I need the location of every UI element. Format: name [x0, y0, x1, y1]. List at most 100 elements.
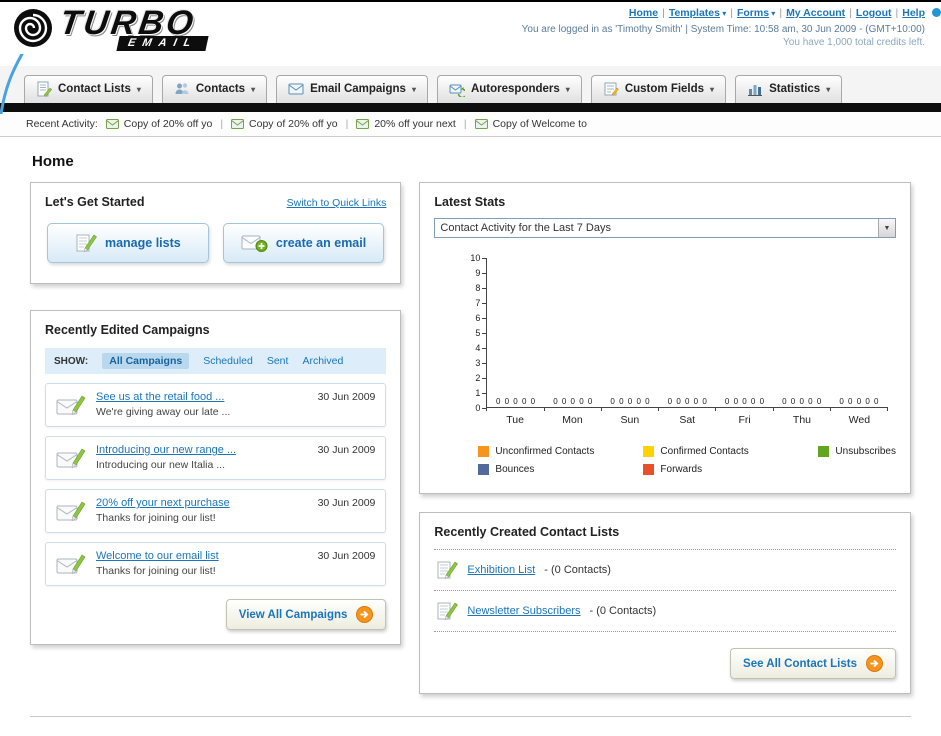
nav-tab-label: Custom Fields: [624, 83, 705, 95]
x-axis-label: Fri: [738, 414, 751, 426]
logo-title: TURBO: [57, 4, 199, 42]
view-all-campaigns-label: View All Campaigns: [238, 608, 348, 621]
recent-activity-item[interactable]: Copy of 20% off yo: [231, 118, 338, 130]
campaign-title-link[interactable]: Introducing our new range ...: [96, 444, 308, 456]
legend-label: Bounces: [495, 464, 535, 475]
manage-lists-button[interactable]: manage lists: [47, 223, 209, 263]
pencil-paper-icon: [436, 600, 459, 622]
page-title: Home: [32, 153, 74, 170]
legend-swatch: [478, 446, 490, 457]
contact-list-name-link[interactable]: Newsletter Subscribers: [467, 605, 580, 617]
view-all-campaigns-button[interactable]: View All Campaigns: [225, 599, 387, 630]
chart-y-axis: 10 9 8 7 6 5 4 3 2 1 0: [460, 253, 487, 413]
campaign-title-link[interactable]: 20% off your next purchase: [96, 497, 308, 509]
see-all-contact-lists-button[interactable]: See All Contact Lists: [730, 648, 896, 679]
nav-tab-contacts[interactable]: Contacts ▾: [161, 75, 268, 103]
recent-activity-item[interactable]: 20% off your next: [356, 118, 456, 130]
app-logo[interactable]: TURBO EMAIL: [12, 4, 262, 51]
chevron-down-icon: ▾: [769, 9, 776, 18]
manage-lists-label: manage lists: [104, 236, 181, 250]
campaign-filter-tabs: SHOW: All Campaigns Scheduled Sent Archived: [45, 348, 387, 374]
page: TURBO EMAIL Home | Templates ▾ | Forms ▾ | My …: [0, 0, 941, 736]
nav-tab-label: Email Campaigns: [310, 83, 406, 95]
logo-text: TURBO EMAIL: [57, 4, 209, 51]
chevron-down-icon: ▾: [411, 84, 416, 94]
chart-value-group: 0 0 0 0 0: [495, 397, 537, 406]
chart-value-group: 0 0 0 0 0: [667, 397, 708, 406]
campaign-row: 20% off your next purchase Thanks for joi…: [45, 489, 387, 533]
stats-period-select[interactable]: Contact Activity for the Last 7 Days ▼: [434, 218, 896, 238]
campaign-tab-all-campaigns[interactable]: All Campaigns: [102, 353, 190, 369]
legend-item-forwards: Forwards: [643, 464, 818, 475]
orange-arrow-icon: [866, 655, 883, 672]
switch-quick-links-link[interactable]: Switch to Quick Links: [287, 197, 387, 209]
chart-value-group: 0 0 0 0 0: [553, 397, 594, 406]
recent-activity-item-label: Copy of 20% off yo: [123, 118, 213, 130]
decoration-dot: [932, 8, 941, 17]
nav-tab-statistics[interactable]: Statistics ▾: [735, 75, 843, 103]
campaign-tab-archived[interactable]: Archived: [302, 355, 343, 367]
chevron-down-icon: ▾: [565, 84, 570, 94]
legend-item-unconfirmed-contacts: Unconfirmed Contacts: [478, 446, 643, 457]
email-campaigns-icon: [288, 81, 304, 97]
legend-label: Forwards: [660, 464, 703, 475]
footer-divider: [30, 716, 911, 736]
main-content: Home Let's Get Started Switch to Quick L…: [0, 137, 941, 736]
logo-subtitle: EMAIL: [116, 36, 209, 51]
campaigns-panel: Recently Edited Campaigns SHOW: All Camp…: [30, 310, 402, 645]
nav-tab-custom-fields[interactable]: Custom Fields ▾: [590, 75, 727, 103]
top-link-my-account[interactable]: My Account: [786, 7, 845, 19]
email-edit-icon: [56, 444, 86, 471]
envelope-icon: [474, 119, 488, 129]
stats-period-value: Contact Activity for the Last 7 Days: [440, 222, 611, 234]
x-axis-label: Sun: [620, 414, 640, 426]
chevron-down-icon: ▾: [710, 84, 715, 94]
campaign-row: See us at the retail food ... We're givin…: [45, 383, 387, 427]
legend-item-confirmed-contacts: Confirmed Contacts: [643, 446, 818, 457]
login-info: You are logged in as 'Timothy Smith' | S…: [521, 24, 925, 35]
top-link-forms[interactable]: Forms: [737, 7, 769, 19]
pencil-paper-icon: [75, 232, 97, 254]
campaign-title-link[interactable]: Welcome to our email list: [96, 550, 308, 562]
create-email-button[interactable]: create an email: [222, 223, 385, 263]
get-started-panel: Let's Get Started Switch to Quick Links …: [30, 182, 402, 284]
chart-value-group: 0 0 0 0 0: [839, 397, 880, 406]
email-edit-icon: [56, 497, 86, 524]
header-right: Home | Templates ▾ | Forms ▾ | My Account | Logo…: [522, 7, 925, 48]
nav-tab-autoresponders[interactable]: Autoresponders ▾: [436, 75, 582, 103]
campaign-subtitle: We're giving away our late ...: [96, 406, 231, 418]
contact-list-count: - (0 Contacts): [544, 564, 611, 576]
envelope-plus-icon: [241, 233, 268, 253]
top-link-templates[interactable]: Templates: [669, 7, 720, 19]
contact-list-items: Exhibition List - (0 Contacts) Newsletter …: [434, 549, 896, 632]
contacts-icon: [174, 81, 190, 97]
chevron-down-icon: ▾: [720, 9, 727, 18]
campaign-tab-scheduled[interactable]: Scheduled: [203, 355, 253, 367]
legend-swatch: [818, 446, 830, 457]
top-link-logout[interactable]: Logout: [856, 7, 892, 19]
contact-list-name-link[interactable]: Exhibition List: [467, 564, 535, 576]
nav-divider-bar: [0, 103, 941, 112]
campaign-tab-sent[interactable]: Sent: [267, 355, 289, 367]
chart-value-labels: 0 0 0 0 0 0 0 0 0 0 0 0 0 0 0 0 0 0 0 0 0 0 …: [487, 397, 888, 406]
campaign-subtitle: Introducing our new Italia ...: [96, 459, 225, 471]
top-link-home[interactable]: Home: [629, 7, 658, 19]
recent-activity-label: Recent Activity:: [26, 118, 98, 130]
chart-x-axis: Tue Mon Sun Sat Fri Thu Wed: [486, 408, 888, 426]
top-link-help[interactable]: Help: [902, 7, 925, 19]
nav-tab-contact-lists[interactable]: Contact Lists ▾: [24, 75, 153, 103]
custom-fields-icon: [603, 81, 619, 97]
contact-lists-icon: [36, 81, 52, 97]
autoresponders-icon: [449, 81, 465, 97]
chevron-down-icon: ▼: [878, 219, 895, 237]
nav-tab-email-campaigns[interactable]: Email Campaigns ▾: [276, 75, 428, 103]
stats-chart: 10 9 8 7 6 5 4 3 2 1 0 0 0 0 0 0 0 0 0 0 0 0 0 0 0 0…: [434, 253, 896, 426]
x-axis-label: Sat: [679, 414, 696, 426]
campaign-date: 30 Jun 2009: [317, 391, 376, 403]
stats-title: Latest Stats: [434, 195, 506, 209]
chevron-down-icon: ▾: [251, 84, 256, 94]
get-started-title: Let's Get Started: [45, 195, 145, 209]
campaign-title-link[interactable]: See us at the retail food ...: [96, 391, 308, 403]
recent-activity-item[interactable]: Copy of 20% off yo: [105, 118, 213, 130]
recent-activity-item[interactable]: Copy of Welcome to: [474, 118, 587, 130]
